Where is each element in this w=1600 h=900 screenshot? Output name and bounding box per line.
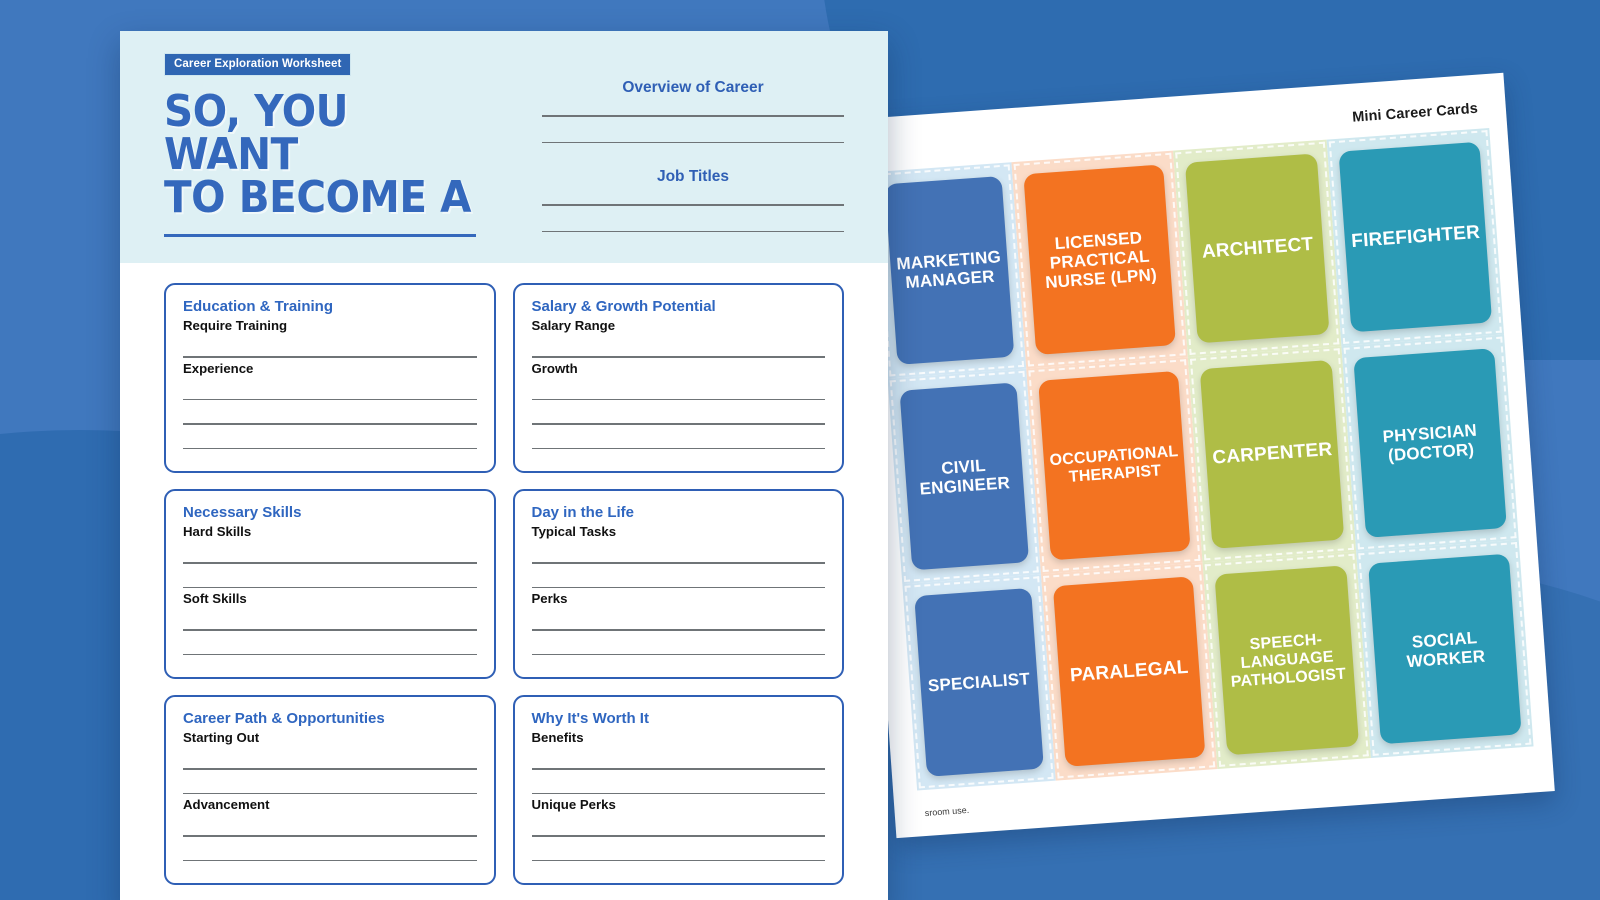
worksheet-header: Career Exploration Worksheet SO, YOU WAN… <box>120 31 888 263</box>
worksheet-write-line[interactable] <box>183 423 477 425</box>
career-card[interactable]: OCCUPATIONAL THERAPIST <box>1037 370 1192 561</box>
career-cards-grid: MARKETING MANAGER LICENSED PRACTICAL NURS… <box>872 127 1534 791</box>
worksheet-header-fields: Overview of Career Job Titles <box>542 53 844 237</box>
career-card-cell: LICENSED PRACTICAL NURSE (LPN) <box>1011 150 1189 369</box>
worksheet-box[interactable]: Salary & Growth Potential Salary Range Gro… <box>512 283 844 473</box>
career-card-cell: CIVIL ENGINEER <box>887 368 1041 585</box>
worksheet-write-line[interactable] <box>183 447 477 449</box>
worksheet-write-line[interactable] <box>531 792 825 794</box>
career-name-blank-rule[interactable] <box>164 234 476 237</box>
header-write-line[interactable] <box>542 230 844 233</box>
career-card[interactable]: PARALEGAL <box>1052 576 1206 767</box>
worksheet-write-line[interactable] <box>183 586 477 588</box>
career-card[interactable]: FIREFIGHTER <box>1338 141 1493 332</box>
worksheet-box-title: Education & Training <box>183 298 334 315</box>
worksheet-write-line[interactable] <box>183 653 477 655</box>
career-card[interactable]: SOCIAL WORKER <box>1368 553 1522 745</box>
worksheet-header-left: Career Exploration Worksheet SO, YOU WAN… <box>164 53 516 237</box>
header-write-line[interactable] <box>542 115 844 117</box>
worksheet-field-label: Typical Tasks <box>531 524 617 539</box>
career-card-cell: SPECIALIST <box>902 574 1056 791</box>
career-card[interactable]: MARKETING MANAGER <box>884 175 1015 365</box>
worksheet-field-label: Growth <box>531 360 578 376</box>
worksheet-write-line[interactable] <box>183 356 477 358</box>
worksheet-field-label: Benefits <box>531 730 584 745</box>
worksheet-write-line[interactable] <box>183 792 477 794</box>
worksheet-write-line[interactable] <box>531 653 825 655</box>
worksheet-box[interactable]: Day in the Life Typical Tasks Perks <box>512 489 844 679</box>
worksheet-write-line[interactable] <box>531 835 825 837</box>
worksheet-badge: Career Exploration Worksheet <box>164 53 352 76</box>
header-field-label: Job Titles <box>656 168 730 186</box>
worksheet-write-line[interactable] <box>183 398 477 400</box>
career-card[interactable]: ARCHITECT <box>1185 153 1330 343</box>
career-card[interactable]: CARPENTER <box>1200 359 1345 550</box>
career-card-cell: PHYSICIAN (DOCTOR) <box>1341 334 1520 552</box>
career-card[interactable]: CIVIL ENGINEER <box>899 382 1029 571</box>
worksheet-field-label: Salary Range <box>531 318 616 333</box>
worksheet-box[interactable]: Why It's Worth It Benefits Unique Perks <box>512 695 844 885</box>
worksheet-box-row: Education & Training Require Training Expe… <box>164 283 844 473</box>
worksheet-box-title: Career Path & Opportunities <box>183 710 385 727</box>
worksheet-field-label: Experience <box>183 360 254 376</box>
worksheet-write-line[interactable] <box>531 423 825 425</box>
worksheet-field-label: Perks <box>531 591 568 606</box>
worksheet-write-line[interactable] <box>531 859 825 861</box>
mini-career-cards-sheet[interactable]: Mini Career Cards MARKETING MANAGER LICEN… <box>845 72 1555 839</box>
worksheet-write-line[interactable] <box>531 629 825 631</box>
worksheet-field-label: Require Training <box>183 318 288 333</box>
worksheet-field-label: Starting Out <box>183 730 260 745</box>
worksheet-field-label: Advancement <box>183 797 270 812</box>
career-card[interactable]: LICENSED PRACTICAL NURSE (LPN) <box>1023 164 1177 355</box>
career-card[interactable]: PHYSICIAN (DOCTOR) <box>1353 347 1508 539</box>
career-card[interactable]: SPEECH-LANGUAGE PATHOLOGIST <box>1214 565 1360 756</box>
career-card-cell: ARCHITECT <box>1173 139 1342 357</box>
header-write-line[interactable] <box>542 204 844 206</box>
worksheet-write-line[interactable] <box>531 562 825 564</box>
career-card[interactable]: SPECIALIST <box>914 588 1044 777</box>
worksheet-box[interactable]: Necessary Skills Hard Skills Soft Skills <box>164 489 496 679</box>
cards-footnote-horizontal: sroom use. <box>924 804 970 819</box>
worksheet-write-line[interactable] <box>183 835 477 837</box>
career-card-cell: OCCUPATIONAL THERAPIST <box>1025 356 1203 575</box>
career-card-cell: SOCIAL WORKER <box>1356 540 1534 758</box>
career-card-cell: SPEECH-LANGUAGE PATHOLOGIST <box>1202 551 1372 770</box>
worksheet-write-line[interactable] <box>183 562 477 564</box>
worksheet-write-line[interactable] <box>531 768 825 770</box>
worksheet-box-title: Necessary Skills <box>183 504 302 521</box>
worksheet-body: Education & Training Require Training Expe… <box>120 263 888 885</box>
worksheet-write-line[interactable] <box>183 768 477 770</box>
worksheet-write-line[interactable] <box>183 859 477 861</box>
worksheet-field-label: Hard Skills <box>183 524 252 539</box>
career-exploration-worksheet-page[interactable]: Career Exploration Worksheet SO, YOU WAN… <box>120 31 888 900</box>
worksheet-write-line[interactable] <box>531 398 825 400</box>
career-card-cell: FIREFIGHTER <box>1327 127 1505 346</box>
header-field-label: Overview of Career <box>622 79 764 96</box>
career-card-cell: PARALEGAL <box>1040 562 1218 781</box>
page-title-line-1: SO, YOU WANT <box>164 86 349 181</box>
worksheet-box[interactable]: Education & Training Require Training Expe… <box>164 283 496 473</box>
career-card-cell: CARPENTER <box>1188 345 1357 563</box>
worksheet-box[interactable]: Career Path & Opportunities Starting Out A… <box>164 695 496 885</box>
worksheet-field-label: Soft Skills <box>183 591 247 606</box>
worksheet-box-title: Salary & Growth Potential <box>531 298 716 315</box>
worksheet-write-line[interactable] <box>531 586 825 588</box>
worksheet-box-row: Career Path & Opportunities Starting Out A… <box>164 695 844 885</box>
worksheet-write-line[interactable] <box>531 356 825 358</box>
screenshot-stage: Mini Career Cards MARKETING MANAGER LICEN… <box>0 0 1600 900</box>
page-title: SO, YOU WANT TO BECOME A <box>164 86 488 224</box>
worksheet-box-title: Day in the Life <box>531 504 635 521</box>
worksheet-box-row: Necessary Skills Hard Skills Soft Skills Da… <box>164 489 844 679</box>
worksheet-box-title: Why It's Worth It <box>531 710 649 727</box>
page-title-line-2: TO BECOME A <box>164 172 472 224</box>
career-card-cell: MARKETING MANAGER <box>872 162 1026 379</box>
worksheet-write-line[interactable] <box>531 447 825 449</box>
worksheet-field-label: Unique Perks <box>531 797 616 812</box>
header-write-line[interactable] <box>542 141 844 144</box>
worksheet-write-line[interactable] <box>183 629 477 631</box>
